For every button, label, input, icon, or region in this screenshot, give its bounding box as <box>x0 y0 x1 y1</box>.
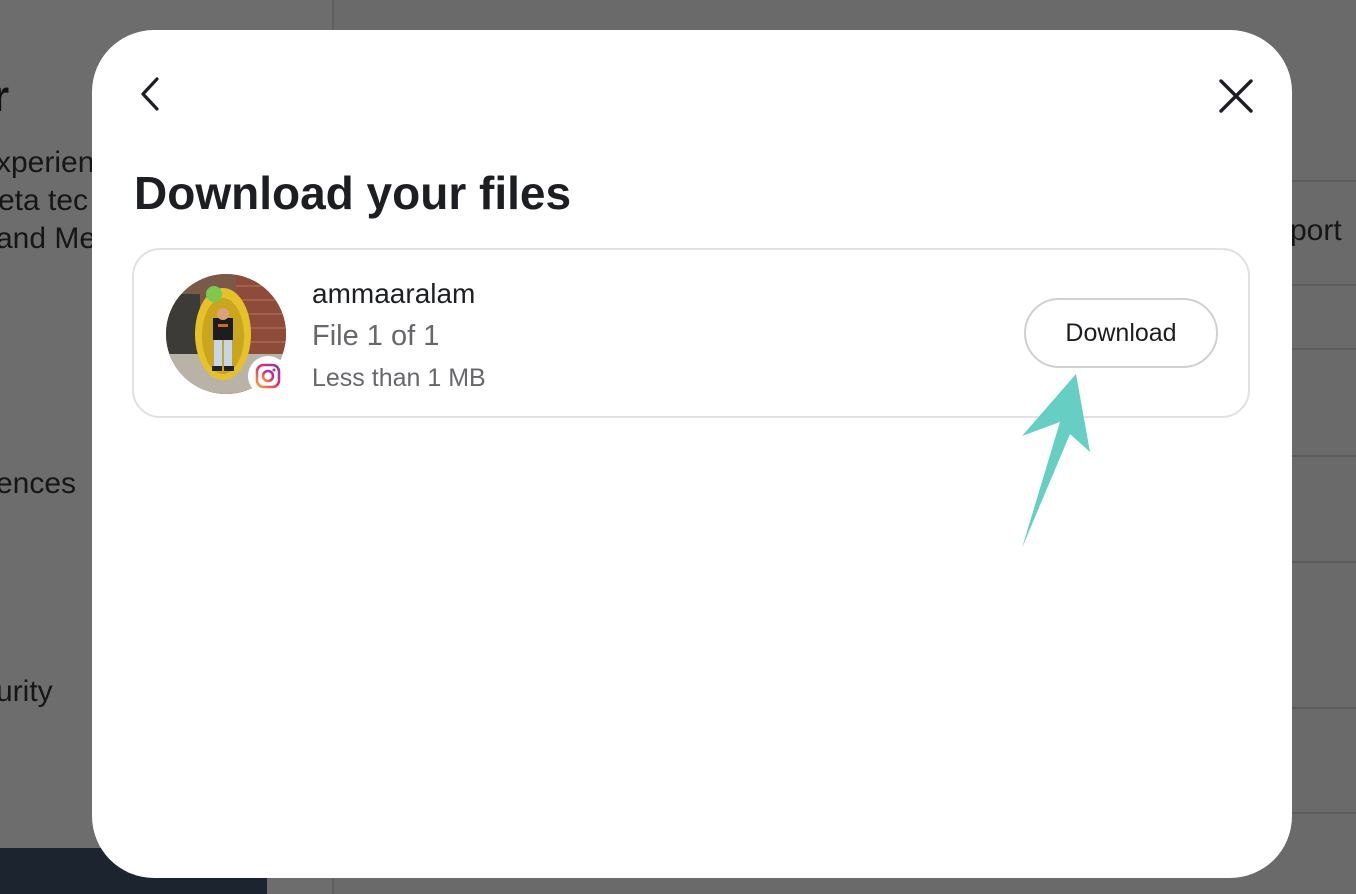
account-name: ammaaralam <box>312 278 476 309</box>
background-text-line: xperien <box>0 146 95 179</box>
background-divider <box>1292 284 1356 286</box>
background-divider <box>1292 812 1356 814</box>
background-divider <box>1292 561 1356 563</box>
close-button[interactable] <box>1214 74 1258 118</box>
back-button[interactable] <box>132 74 172 114</box>
download-button[interactable]: Download <box>1024 298 1218 368</box>
background-nav-item: urity <box>0 675 53 708</box>
background-right-text: port <box>1290 214 1342 247</box>
instagram-icon <box>255 363 281 389</box>
background-divider <box>1292 180 1356 182</box>
background-nav-item: ences <box>0 467 77 500</box>
modal-title: Download your files <box>134 167 572 219</box>
background-divider <box>1292 348 1356 350</box>
chevron-left-icon <box>141 77 159 111</box>
close-icon <box>1219 79 1253 113</box>
background-text-line: eta tec <box>0 184 89 217</box>
background-heading: r <box>0 72 10 121</box>
file-count: File 1 of 1 <box>312 320 440 352</box>
file-size: Less than 1 MB <box>312 364 486 392</box>
instagram-badge <box>248 356 288 396</box>
download-files-modal: Download your files ammaaralam File 1 of… <box>92 30 1292 878</box>
background-divider <box>1292 455 1356 457</box>
background-divider <box>1292 707 1356 709</box>
annotation-arrow-icon <box>1022 374 1090 548</box>
background-text-line: and Me <box>0 222 97 255</box>
